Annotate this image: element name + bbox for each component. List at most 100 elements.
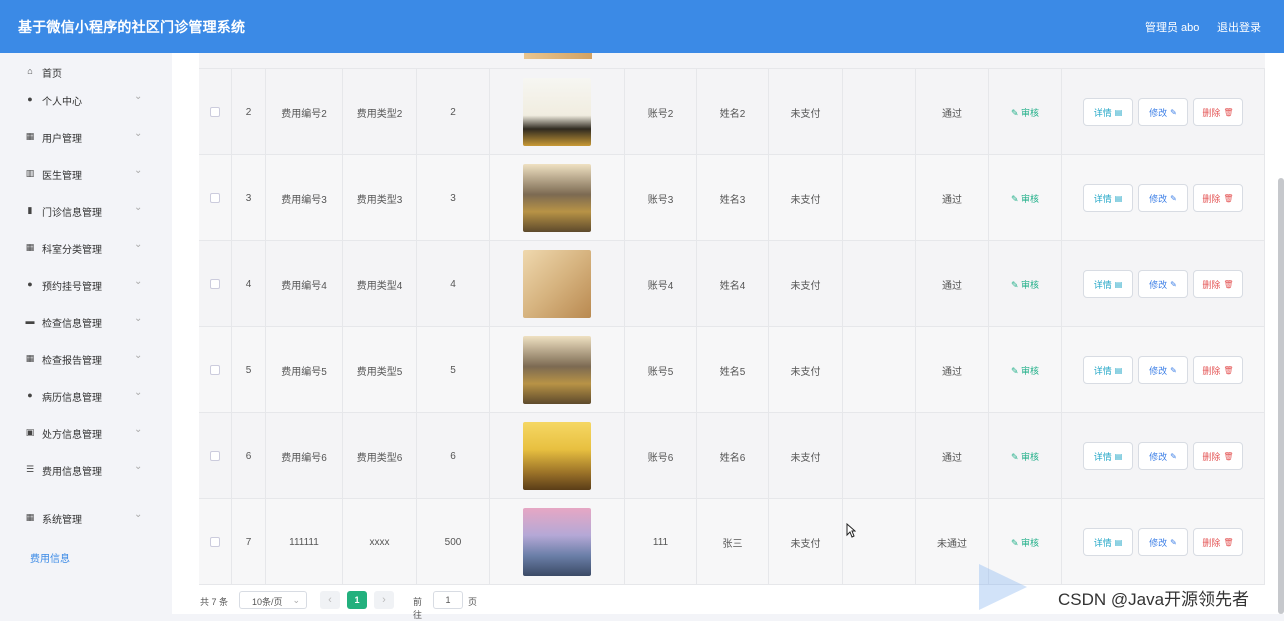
person-icon: ● — [27, 94, 33, 104]
delete-button[interactable]: 删除 🗑 — [1193, 528, 1243, 556]
row-checkbox[interactable] — [210, 193, 220, 203]
grid-icon: ▦ — [25, 512, 35, 522]
sidebar-item[interactable]: ▬ 检查信息管理 ⌄ — [0, 303, 172, 340]
grid-icon: ▦ — [25, 242, 35, 252]
grid-icon: ▦ — [25, 353, 35, 363]
amount-cell: 5 — [417, 327, 490, 413]
sidebar-item[interactable]: ▥ 医生管理 ⌄ — [0, 155, 172, 192]
delete-button[interactable]: 删除 🗑 — [1193, 98, 1243, 126]
delete-button[interactable]: 删除 🗑 — [1193, 270, 1243, 298]
edit-button-label: 修改 — [1149, 537, 1168, 548]
audit-link[interactable]: ✎ 审核 — [1011, 364, 1039, 377]
pagination-total: 共 7 条 — [200, 597, 229, 607]
row-checkbox[interactable] — [210, 537, 220, 547]
audit-link[interactable]: ✎ 审核 — [1011, 192, 1039, 205]
account-cell: 账号2 — [625, 69, 697, 155]
index-cell: 3 — [232, 155, 266, 241]
row-checkbox[interactable] — [210, 451, 220, 461]
chevron-down-icon: ⌄ — [292, 595, 300, 605]
delete-button[interactable]: 删除 🗑 — [1193, 356, 1243, 384]
next-page-button[interactable]: › — [374, 591, 394, 609]
thumb-gold — [523, 422, 591, 490]
thumb-lightbulbs — [523, 78, 591, 146]
current-user: 管理员 abo — [1145, 22, 1200, 34]
sidebar-item[interactable]: ▣ 处方信息管理 ⌄ — [0, 414, 172, 451]
pen-icon: ✎ — [1010, 537, 1022, 548]
fee-code-cell: 费用编号3 — [266, 155, 343, 241]
detail-button[interactable]: 详情 ▤ — [1083, 98, 1133, 126]
audit-link[interactable]: ✎ 审核 — [1011, 450, 1039, 463]
sidebar-subitem-fee-info[interactable]: 费用信息 — [30, 550, 70, 565]
detail-button[interactable]: 详情 ▤ — [1083, 184, 1133, 212]
table-row: 4 费用编号4 费用类型4 4 账号4 姓名4 未支付 通过 ✎ 审核 详情 ▤ 修改 ✎ 删除 🗑 — [199, 241, 1265, 327]
trash-icon: 🗑 — [1223, 451, 1234, 461]
list-icon: ☰ — [25, 464, 35, 474]
delete-button[interactable]: 删除 🗑 — [1193, 442, 1243, 470]
edit-button[interactable]: 修改 ✎ — [1138, 528, 1188, 556]
row-checkbox[interactable] — [210, 365, 220, 375]
sidebar-item[interactable]: ▦ 检查报告管理 ⌄ — [0, 340, 172, 377]
audit-label: 审核 — [1021, 365, 1040, 376]
edit-button[interactable]: 修改 ✎ — [1138, 98, 1188, 126]
audit-status-cell: 通过 — [916, 241, 989, 327]
sidebar-item[interactable]: ● 个人中心 ⌄ — [0, 81, 172, 118]
goto-page-input[interactable]: 1 — [433, 591, 463, 609]
audit-label: 审核 — [1021, 451, 1040, 462]
detail-button[interactable]: 详情 ▤ — [1083, 528, 1133, 556]
document-icon: ▤ — [1114, 193, 1123, 203]
row-checkbox[interactable] — [210, 107, 220, 117]
sidebar-item[interactable]: ☰ 费用信息管理 ⌄ — [0, 451, 172, 488]
sidebar-item[interactable]: ● 预约挂号管理 ⌄ — [0, 266, 172, 303]
thumb-coins — [523, 164, 591, 232]
logout-link[interactable]: 退出登录 — [1217, 19, 1261, 35]
detail-button[interactable]: 详情 ▤ — [1083, 356, 1133, 384]
row-checkbox[interactable] — [210, 279, 220, 289]
sidebar-item[interactable]: ● 病历信息管理 ⌄ — [0, 377, 172, 414]
actions-cell: 详情 ▤ 修改 ✎ 删除 🗑 — [1062, 327, 1265, 413]
page-size-select[interactable]: 10条/页 ⌄ — [239, 591, 307, 609]
edit-button-label: 修改 — [1149, 193, 1168, 204]
edit-button[interactable]: 修改 ✎ — [1138, 270, 1188, 298]
sidebar-item[interactable]: ▦ 系统管理 ⌄ — [0, 499, 172, 536]
delete-button[interactable]: 删除 🗑 — [1193, 184, 1243, 212]
bar-chart-icon: ▮ — [27, 205, 33, 215]
edit-button-label: 修改 — [1149, 365, 1168, 376]
detail-button-label: 详情 — [1093, 107, 1112, 118]
audit-link[interactable]: ✎ 审核 — [1011, 106, 1039, 119]
sidebar-item[interactable]: ▮ 门诊信息管理 ⌄ — [0, 192, 172, 229]
table-row-partial — [199, 53, 1265, 69]
grid-icon: ▦ — [25, 131, 35, 141]
sidebar-item[interactable]: ▦ 用户管理 ⌄ — [0, 118, 172, 155]
audit-link[interactable]: ✎ 审核 — [1011, 536, 1039, 549]
audit-action-cell: ✎ 审核 — [989, 413, 1062, 499]
detail-button-label: 详情 — [1093, 537, 1112, 548]
goto-unit-label: 页 — [468, 597, 478, 607]
sidebar-item-label: 个人中心 — [42, 97, 82, 108]
edit-button[interactable]: 修改 ✎ — [1138, 356, 1188, 384]
checkbox-cell — [199, 499, 232, 585]
sidebar-item[interactable]: ▦ 科室分类管理 ⌄ — [0, 229, 172, 266]
document-icon: ▤ — [1114, 279, 1123, 289]
account-cell: 账号5 — [625, 327, 697, 413]
audit-action-cell: ✎ 审核 — [989, 155, 1062, 241]
sidebar-item-label: 预约挂号管理 — [42, 282, 102, 293]
audit-link[interactable]: ✎ 审核 — [1011, 278, 1039, 291]
page-number-current[interactable]: 1 — [347, 591, 367, 609]
detail-button[interactable]: 详情 ▤ — [1083, 442, 1133, 470]
detail-button-label: 详情 — [1093, 279, 1112, 290]
trash-icon: 🗑 — [1223, 279, 1234, 289]
image-cell — [490, 413, 625, 499]
document-icon: ▤ — [1114, 451, 1123, 461]
pen-icon: ✎ — [1170, 193, 1177, 203]
edit-button[interactable]: 修改 ✎ — [1138, 442, 1188, 470]
sidebar-item-label: 费用信息管理 — [42, 467, 102, 478]
vertical-scrollbar[interactable] — [1278, 178, 1284, 614]
detail-button[interactable]: 详情 ▤ — [1083, 270, 1133, 298]
fee-table: 2 费用编号2 费用类型2 2 账号2 姓名2 未支付 通过 ✎ 审核 详情 ▤ 修改 ✎ 删除 🗑 3 费用编… — [199, 53, 1265, 585]
detail-button-label: 详情 — [1093, 365, 1112, 376]
document-icon: ▤ — [1114, 365, 1123, 375]
amount-cell: 500 — [417, 499, 490, 585]
fee-code-cell: 费用编号2 — [266, 69, 343, 155]
edit-button[interactable]: 修改 ✎ — [1138, 184, 1188, 212]
prev-page-button[interactable]: ‹ — [320, 591, 340, 609]
